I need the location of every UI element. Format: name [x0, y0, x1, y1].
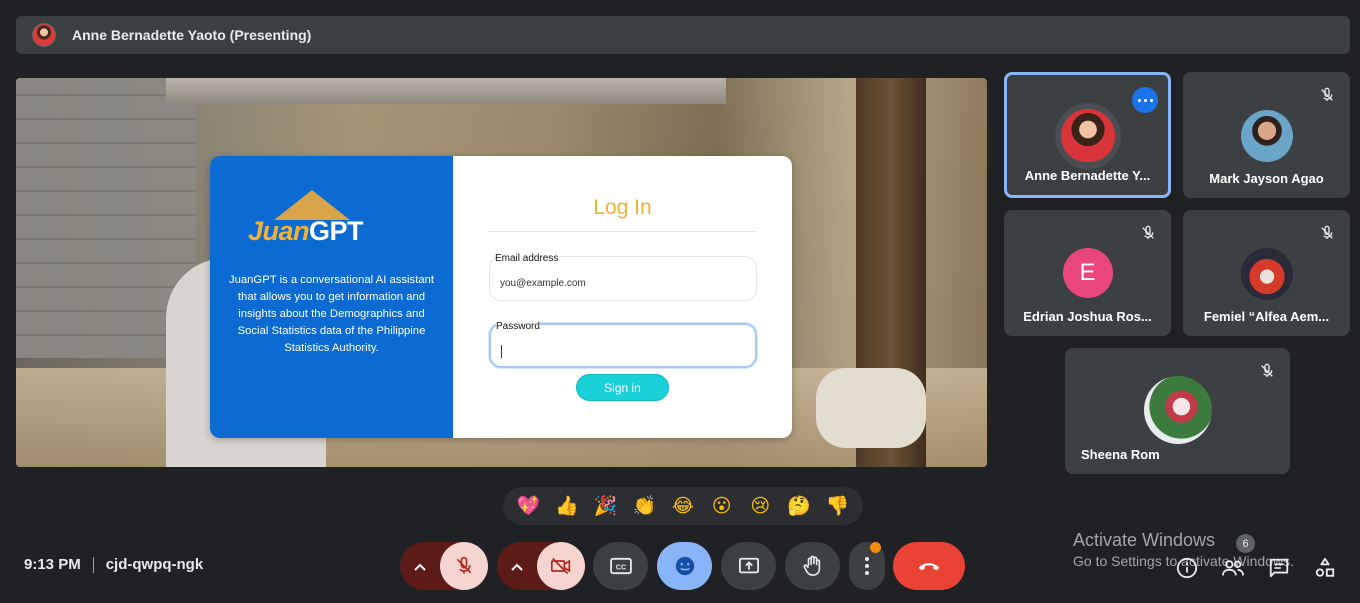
people-count-badge: 6	[1236, 534, 1255, 553]
login-description: JuanGPT is a conversational AI assistant…	[228, 274, 435, 354]
watermark-title: Activate Windows	[1073, 530, 1216, 550]
participant-name: Edrian Joshua Ros...	[1023, 309, 1152, 324]
title-divider	[489, 231, 757, 232]
background-dog	[816, 368, 926, 448]
participant-tile-edrian[interactable]: E Edrian Joshua Ros...	[1004, 210, 1171, 336]
reaction-thumbs-up[interactable]: 👍	[549, 494, 585, 518]
participant-tile-sheena[interactable]: Sheena Rom	[1065, 348, 1290, 474]
captions-button[interactable]: CC	[593, 542, 648, 590]
mic-toggle-button[interactable]	[440, 542, 488, 590]
info-icon	[1176, 557, 1198, 579]
presenter-name: Anne Bernadette Yaoto (Presenting)	[72, 27, 312, 43]
end-call-icon	[918, 563, 940, 571]
microphone-control	[400, 542, 488, 590]
presenter-avatar	[32, 23, 56, 47]
activities-button[interactable]	[1313, 556, 1337, 580]
reaction-party-popper[interactable]: 🎉	[588, 494, 624, 518]
raise-hand-icon	[803, 555, 820, 576]
camera-off-icon	[550, 557, 571, 575]
participant-name: Mark Jayson Agao	[1209, 171, 1324, 186]
leave-call-button[interactable]	[893, 542, 965, 590]
present-screen-icon	[738, 557, 759, 574]
participant-tile-mark[interactable]: Mark Jayson Agao	[1183, 72, 1350, 198]
background-roof	[166, 78, 726, 104]
meeting-time: 9:13 PM	[24, 556, 81, 573]
password-label: Password	[496, 321, 540, 332]
participant-tile-anne[interactable]: Anne Bernadette Y...	[1004, 72, 1171, 198]
participant-photo	[1240, 110, 1293, 162]
login-card: JuanGPT JuanGPT is a conversational AI a…	[210, 156, 792, 438]
reaction-surprised[interactable]: 😮	[704, 495, 740, 518]
people-icon	[1222, 560, 1244, 576]
meeting-details-button[interactable]	[1175, 556, 1199, 580]
logo-prefix: Juan	[248, 216, 310, 246]
participant-photo	[1143, 376, 1212, 444]
participant-tile-femiel[interactable]: Femiel “Alfea Aem...	[1183, 210, 1350, 336]
camera-control	[497, 542, 585, 590]
logo-suffix: GPT	[309, 216, 364, 246]
participant-name: Anne Bernadette Y...	[1024, 168, 1151, 183]
login-title: Log In	[593, 196, 652, 219]
presenter-bar: Anne Bernadette Yaoto (Presenting)	[16, 16, 1350, 54]
camera-options-chevron-up-icon[interactable]	[497, 558, 537, 574]
chat-button[interactable]	[1267, 556, 1291, 580]
reaction-tears-of-joy[interactable]: 😂	[665, 495, 701, 518]
chat-icon	[1269, 558, 1289, 578]
meeting-tools	[1175, 556, 1337, 580]
email-value: you@example.com	[500, 278, 586, 289]
mic-options-chevron-up-icon[interactable]	[400, 558, 440, 574]
smiley-icon	[675, 556, 694, 576]
vertical-dots-icon	[865, 557, 869, 575]
more-options-icon[interactable]	[1132, 87, 1158, 113]
notification-dot	[870, 542, 881, 553]
divider	[92, 556, 94, 573]
meeting-code[interactable]: cjd-qwpq-ngk	[106, 556, 204, 573]
mic-off-icon	[456, 556, 472, 574]
password-field[interactable]: Password	[489, 321, 757, 368]
mic-off-icon	[1318, 224, 1336, 242]
more-options-button[interactable]	[849, 542, 885, 590]
reaction-thinking[interactable]: 🤔	[781, 494, 817, 518]
text-caret	[501, 345, 502, 358]
participant-name: Sheena Rom	[1081, 447, 1160, 462]
reaction-clapping[interactable]: 👏	[626, 494, 662, 518]
reactions-button[interactable]	[657, 542, 712, 590]
meeting-info: 9:13 PM cjd-qwpq-ngk	[24, 556, 203, 573]
people-button[interactable]	[1221, 556, 1245, 580]
reaction-thumbs-down[interactable]: 👎	[820, 494, 856, 518]
raise-hand-button[interactable]	[785, 542, 840, 590]
email-label: Email address	[495, 253, 559, 264]
login-brand-panel: JuanGPT JuanGPT is a conversational AI a…	[210, 156, 453, 438]
participant-initial-avatar: E	[1062, 248, 1113, 298]
participant-photo	[1240, 248, 1293, 300]
activities-icon	[1315, 557, 1335, 577]
juangpt-logo: JuanGPT	[248, 190, 388, 250]
camera-toggle-button[interactable]	[537, 542, 585, 590]
reactions-bar: 💖 👍 🎉 👏 😂 😮 😢 🤔 👎	[503, 487, 863, 525]
reaction-sad[interactable]: 😢	[742, 495, 778, 518]
reaction-sparkling-heart[interactable]: 💖	[510, 494, 546, 518]
mic-off-icon	[1258, 362, 1276, 380]
email-field[interactable]: Email address you@example.com	[489, 253, 757, 301]
mic-off-icon	[1139, 224, 1157, 242]
svg-text:CC: CC	[615, 563, 625, 572]
sign-in-button[interactable]: Sign in	[576, 374, 669, 401]
present-screen-button[interactable]	[721, 542, 776, 590]
mic-off-icon	[1318, 86, 1336, 104]
captions-icon: CC	[609, 557, 632, 575]
participant-name: Femiel “Alfea Aem...	[1203, 309, 1330, 324]
participant-photo	[1054, 103, 1121, 169]
login-form-panel: Log In Email address you@example.com Pas…	[453, 156, 792, 438]
